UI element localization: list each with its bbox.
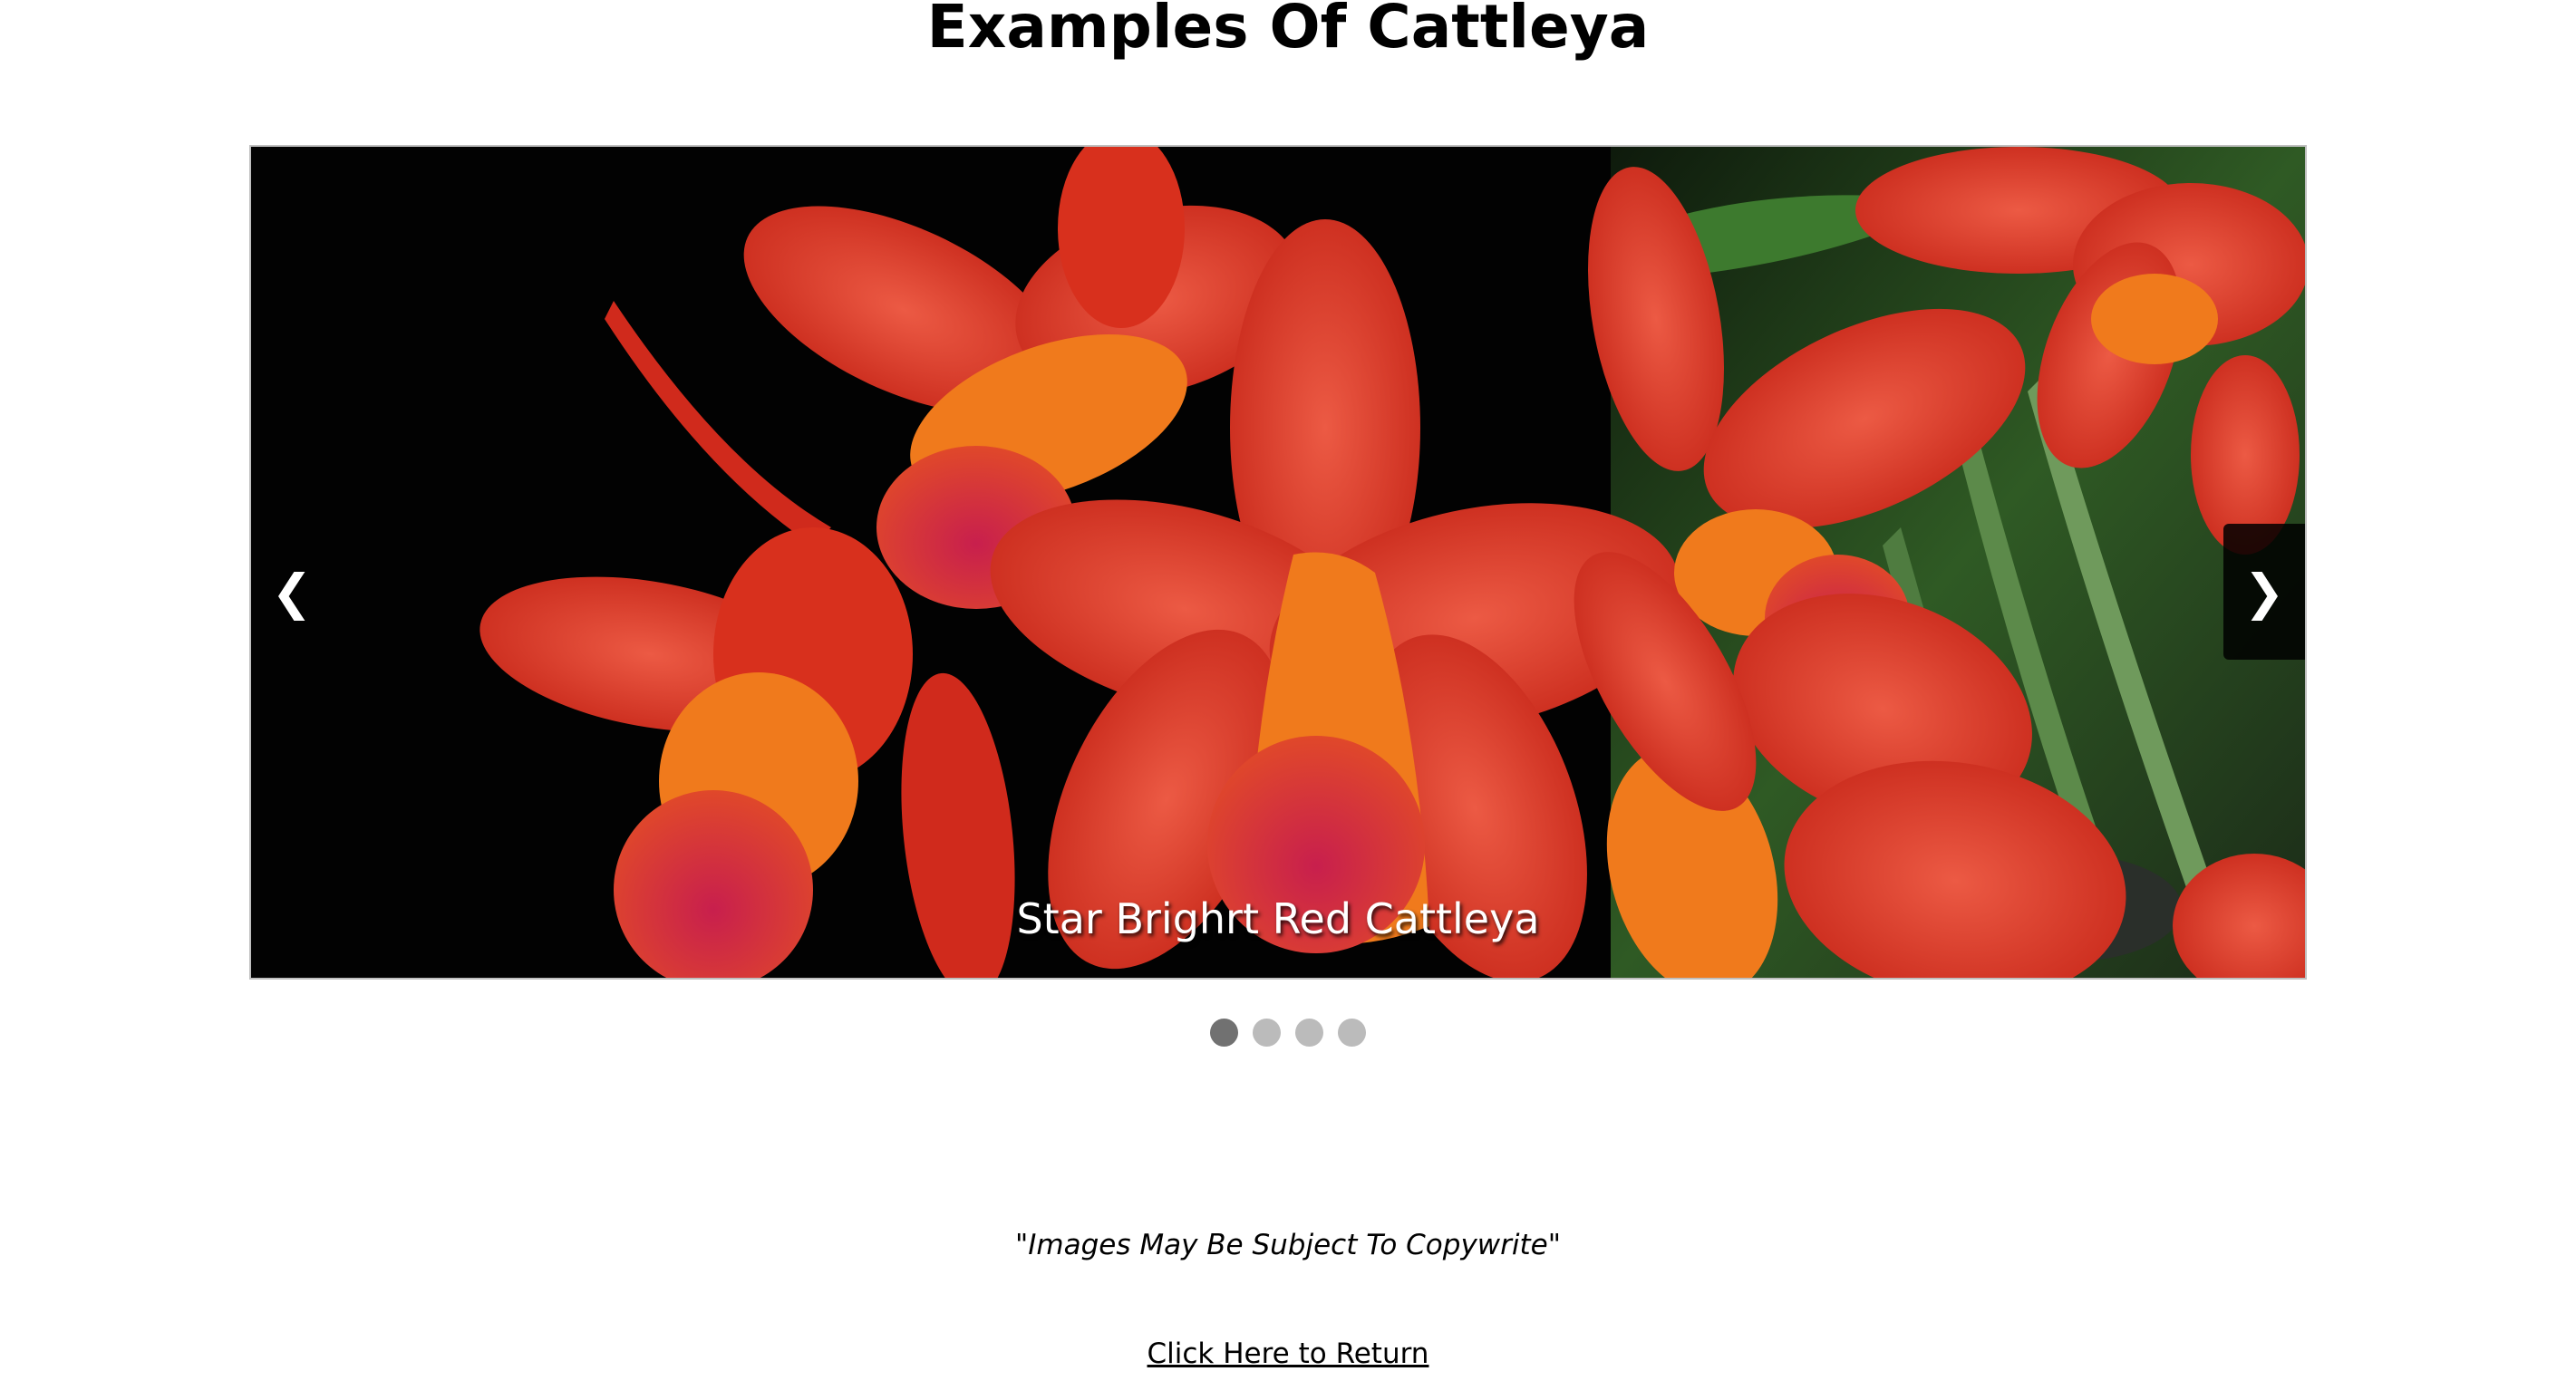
chevron-left-icon: ❮ <box>271 563 313 621</box>
chevron-right-icon: ❯ <box>2243 563 2285 621</box>
next-slide-button[interactable]: ❯ <box>2223 524 2305 660</box>
slideshow: ❮ ❯ Star Brighrt Red Cattleya <box>249 145 2307 980</box>
slide-dot-3[interactable] <box>1295 1019 1323 1047</box>
return-link[interactable]: Click Here to Return <box>1148 1338 1429 1370</box>
slide-dot-2[interactable] <box>1253 1019 1281 1047</box>
slide-image-red-cattleya <box>251 147 2305 978</box>
page: Examples Of Cattleya ❮ ❯ Star Brighrt Re… <box>0 0 2576 1381</box>
slide-dot-4[interactable] <box>1338 1019 1366 1047</box>
slide-caption: Star Brighrt Red Cattleya <box>1016 894 1540 943</box>
return-link-container: Click Here to Return <box>0 1338 2576 1370</box>
slide-indicators <box>0 1019 2576 1047</box>
slide-dot-1[interactable] <box>1210 1019 1238 1047</box>
page-title: Examples Of Cattleya <box>926 0 1650 62</box>
copyright-notice: "Images May Be Subject To Copywrite" <box>1015 1229 1561 1261</box>
previous-slide-button[interactable]: ❮ <box>251 524 333 660</box>
